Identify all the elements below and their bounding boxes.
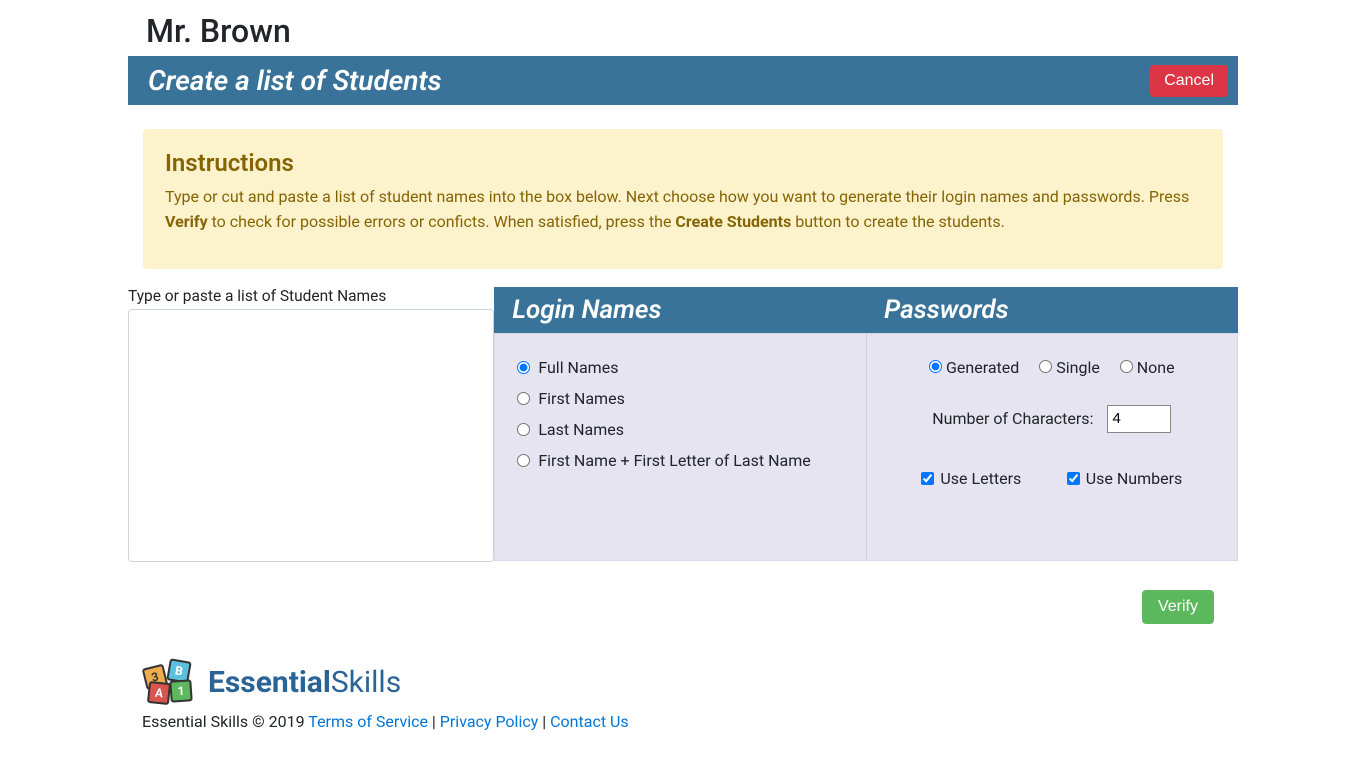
login-first-plus-radio[interactable] xyxy=(517,454,530,467)
copyright-text: Essential Skills © 2019 xyxy=(142,712,308,731)
instructions-panel: Instructions Type or cut and paste a lis… xyxy=(143,129,1223,269)
logo-blocks-icon: 3 B A 1 xyxy=(142,660,202,706)
use-letters-label: Use Letters xyxy=(940,469,1021,488)
student-names-input[interactable] xyxy=(128,309,494,562)
instructions-text: Type or cut and paste a list of student … xyxy=(165,185,1201,235)
pw-single-radio[interactable] xyxy=(1039,360,1052,373)
student-names-label: Type or paste a list of Student Names xyxy=(128,287,494,305)
use-letters-checkbox[interactable] xyxy=(921,472,934,485)
logo: 3 B A 1 EssentialSkills xyxy=(142,660,1224,706)
pw-single-label: Single xyxy=(1056,358,1100,377)
pw-none-radio[interactable] xyxy=(1120,360,1133,373)
footer: 3 B A 1 EssentialSkills Essential Skills… xyxy=(128,636,1238,761)
privacy-link[interactable]: Privacy Policy xyxy=(440,712,539,731)
num-chars-input[interactable] xyxy=(1107,405,1171,433)
login-first-plus-label: First Name + First Letter of Last Name xyxy=(538,451,810,470)
login-names-header: Login Names xyxy=(512,295,848,325)
panel-header: Create a list of Students Cancel xyxy=(128,56,1238,105)
login-full-names-radio[interactable] xyxy=(517,361,530,374)
login-last-names-radio[interactable] xyxy=(517,423,530,436)
verify-button[interactable]: Verify xyxy=(1142,590,1214,624)
login-names-options: Full Names First Names Last Names First … xyxy=(495,334,866,560)
pw-none-label: None xyxy=(1137,358,1175,377)
teacher-name: Mr. Brown xyxy=(128,0,1238,54)
login-first-names-radio[interactable] xyxy=(517,392,530,405)
contact-link[interactable]: Contact Us xyxy=(550,712,629,731)
panel-title: Create a list of Students xyxy=(148,64,442,97)
terms-link[interactable]: Terms of Service xyxy=(308,712,428,731)
cancel-button[interactable]: Cancel xyxy=(1150,65,1228,97)
passwords-options: Generated Single None Number of Characte… xyxy=(867,334,1237,560)
login-last-names-label: Last Names xyxy=(538,420,624,439)
use-numbers-label: Use Numbers xyxy=(1086,469,1183,488)
num-chars-label: Number of Characters: xyxy=(932,409,1093,428)
instructions-heading: Instructions xyxy=(165,149,1201,177)
login-full-names-label: Full Names xyxy=(538,358,618,377)
use-numbers-checkbox[interactable] xyxy=(1067,472,1080,485)
pw-generated-radio[interactable] xyxy=(929,360,942,373)
login-first-names-label: First Names xyxy=(538,389,625,408)
pw-generated-label: Generated xyxy=(946,358,1019,377)
passwords-header: Passwords xyxy=(884,295,1220,325)
